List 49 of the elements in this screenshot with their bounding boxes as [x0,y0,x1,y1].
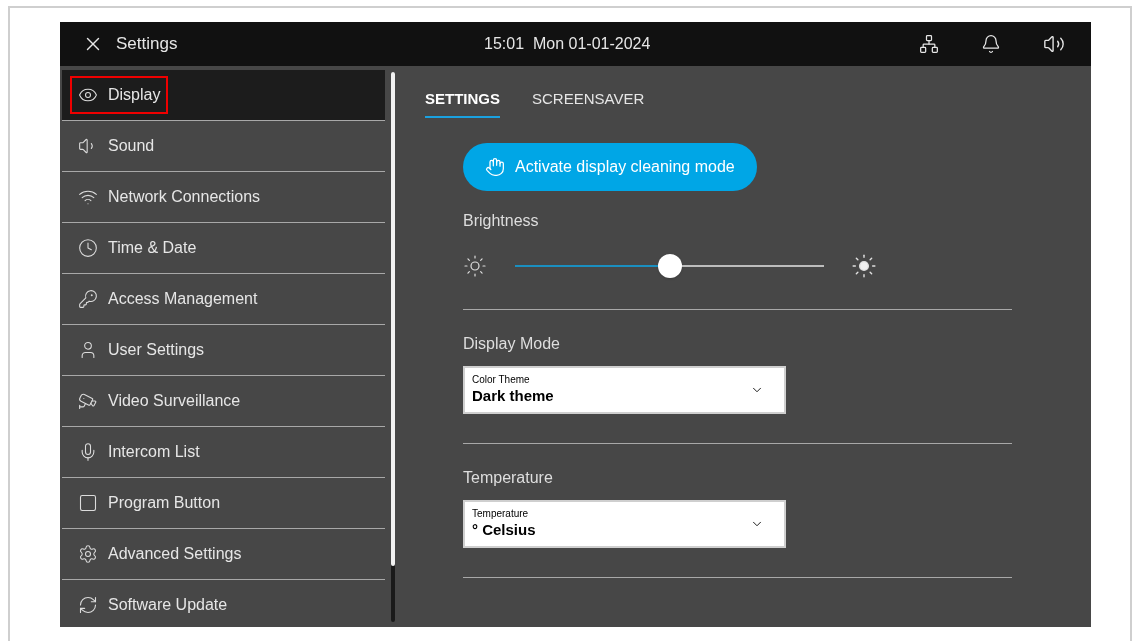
sidebar-label: User Settings [108,340,205,360]
tab[interactable]: SETTINGS [425,88,500,118]
sidebar-label: Advanced Settings [108,544,242,564]
sidebar-label: Software Update [108,595,228,615]
settings-icon [78,544,98,564]
sidebar-item[interactable]: Video Surveillance [62,376,385,427]
hand-icon [485,156,505,177]
speaker-icon[interactable] [1043,33,1065,55]
refresh-icon [78,595,98,615]
sidebar-label: Sound [108,136,155,156]
sidebar-item[interactable]: User Settings [62,325,385,376]
field-value: ° Celsius [472,519,536,540]
sidebar-label: Time & Date [108,238,197,258]
tab[interactable]: SCREENSAVER [532,88,645,118]
sidebar-item[interactable]: Sound [62,121,385,172]
sidebar-label: Video Surveillance [108,391,241,411]
key-icon [78,289,98,309]
sun-icon [851,252,877,279]
network-icon[interactable] [919,34,939,54]
field-label: Temperature [472,507,529,520]
scrollbar[interactable] [390,72,395,622]
sidebar-label: Program Button [108,493,221,513]
sidebar-label: Network Connections [108,187,261,207]
sidebar-item[interactable]: Display [62,70,385,121]
slider-thumb[interactable] [657,253,682,278]
camera-icon [78,391,98,411]
header-datetime: 15:01 Mon 01-01-2024 [484,34,651,54]
section-title: Display Mode [463,333,560,354]
sidebar-label: Access Management [108,289,258,309]
header-title: Settings [116,33,178,56]
bell-icon[interactable] [981,34,1001,54]
clock-icon [78,238,98,258]
sidebar-item[interactable]: Access Management [62,274,385,325]
dropdown-field[interactable]: Color Theme Dark theme [463,365,786,414]
sidebar-item[interactable]: Program Button [62,478,385,529]
sidebar-item[interactable]: Software Update [62,580,385,627]
brightness-label: Brightness [463,210,539,231]
sidebar-item[interactable]: Advanced Settings [62,529,385,580]
dropdown-field[interactable]: Temperature ° Celsius [463,499,786,548]
field-value: Dark theme [472,385,554,406]
sidebar-label: Intercom List [108,442,200,462]
sidebar-item[interactable]: Network Connections [62,172,385,223]
square-icon [78,493,98,513]
sidebar-item[interactable]: Time & Date [62,223,385,274]
sidebar-label: Display [108,85,161,105]
field-label: Color Theme [472,373,530,386]
section-title: Temperature [463,467,553,488]
sun-icon [463,253,487,278]
sidebar-item[interactable]: Intercom List [62,427,385,478]
